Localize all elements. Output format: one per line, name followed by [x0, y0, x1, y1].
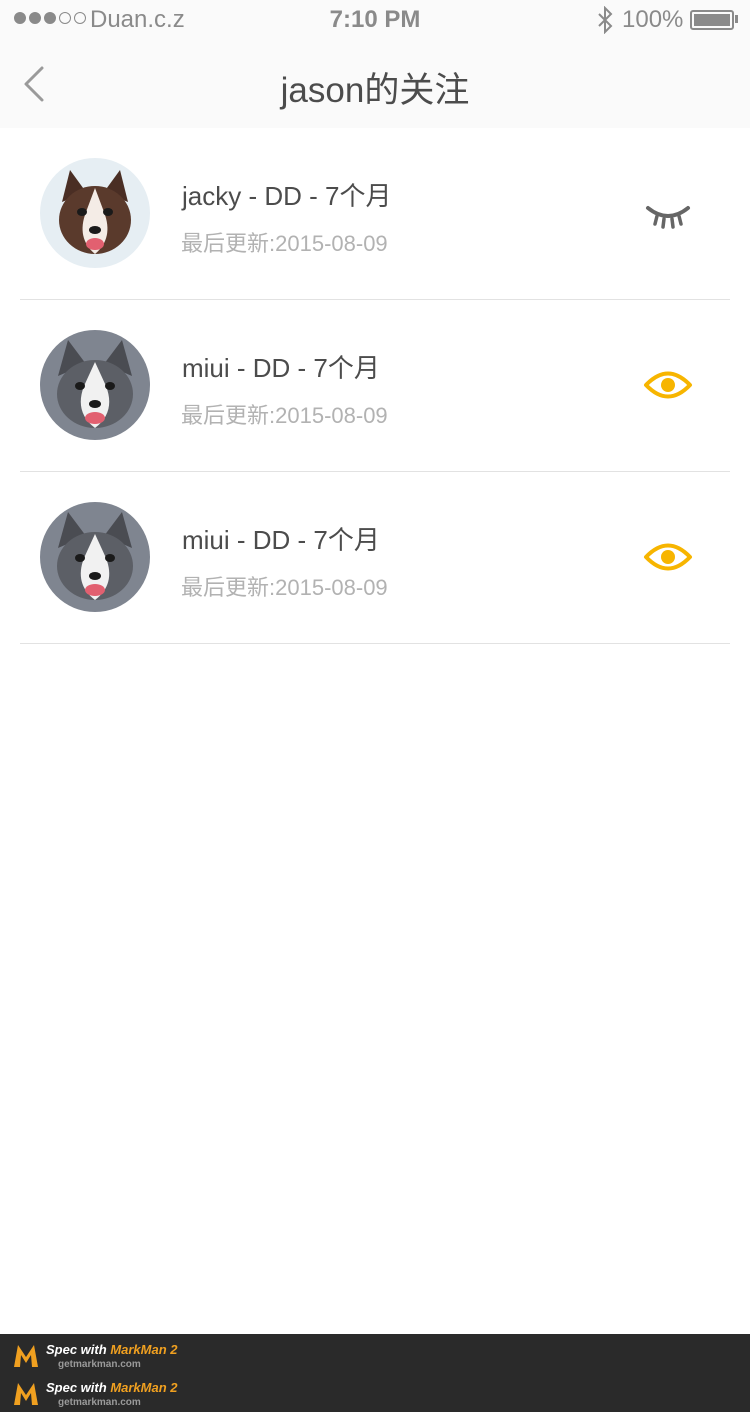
- dog-avatar[interactable]: [40, 330, 150, 440]
- last-updated-label: 最后更新:: [181, 575, 276, 600]
- last-updated-label: 最后更新:: [181, 403, 276, 428]
- status-bar: Duan.c.z 7:10 PM 100%: [0, 0, 750, 40]
- markman-footer: Spec with MarkMan 2 getmarkman.com Spec …: [0, 1334, 750, 1412]
- list-item[interactable]: jacky - DD - 7个月 最后更新:2015-08-09: [0, 128, 750, 300]
- markman-url: getmarkman.com: [58, 1396, 141, 1408]
- last-updated-date: 2015-08-09: [275, 403, 388, 428]
- markman-badge: Spec with MarkMan 2 getmarkman.com: [12, 1338, 178, 1372]
- closed-eye-icon[interactable]: [643, 188, 693, 238]
- markman-badge-text: Spec with MarkMan 2: [46, 1380, 178, 1395]
- markman-badge: Spec with MarkMan 2 getmarkman.com: [12, 1376, 178, 1410]
- battery-icon: [690, 10, 734, 30]
- markman-brand: MarkMan 2: [110, 1341, 178, 1357]
- last-updated-date: 2015-08-09: [275, 231, 388, 256]
- bluetooth-icon: [598, 6, 613, 34]
- dog-avatar[interactable]: [40, 158, 150, 268]
- markman-url: getmarkman.com: [58, 1358, 141, 1370]
- markman-logo-icon: [14, 1345, 38, 1367]
- last-updated: 最后更新:2015-08-09: [181, 398, 388, 430]
- open-eye-icon[interactable]: [643, 360, 693, 410]
- follow-name: miui - DD - 7个月: [182, 353, 380, 383]
- battery-percentage: 100%: [622, 6, 684, 33]
- follow-list: jacky - DD - 7个月 最后更新:2015-08-09 miui - …: [0, 128, 750, 644]
- list-item[interactable]: miui - DD - 7个月 最后更新:2015-08-09: [0, 300, 750, 472]
- follow-name: miui - DD - 7个月: [182, 525, 380, 555]
- page-title: jason的关注: [280, 71, 470, 110]
- markman-badge-text: Spec with MarkMan 2: [46, 1342, 178, 1357]
- navigation-bar: jason的关注: [0, 40, 750, 128]
- battery-tip: [735, 15, 738, 23]
- markman-brand: MarkMan 2: [110, 1379, 178, 1395]
- last-updated: 最后更新:2015-08-09: [181, 226, 388, 258]
- follow-name: jacky - DD - 7个月: [182, 181, 392, 211]
- list-item[interactable]: miui - DD - 7个月 最后更新:2015-08-09: [0, 472, 750, 644]
- last-updated: 最后更新:2015-08-09: [181, 570, 388, 602]
- markman-prefix: Spec with: [46, 1379, 107, 1395]
- dog-avatar[interactable]: [40, 502, 150, 612]
- open-eye-icon[interactable]: [643, 532, 693, 582]
- last-updated-label: 最后更新:: [181, 231, 276, 256]
- markman-prefix: Spec with: [46, 1341, 107, 1357]
- last-updated-date: 2015-08-09: [275, 575, 388, 600]
- markman-logo-icon: [14, 1383, 38, 1405]
